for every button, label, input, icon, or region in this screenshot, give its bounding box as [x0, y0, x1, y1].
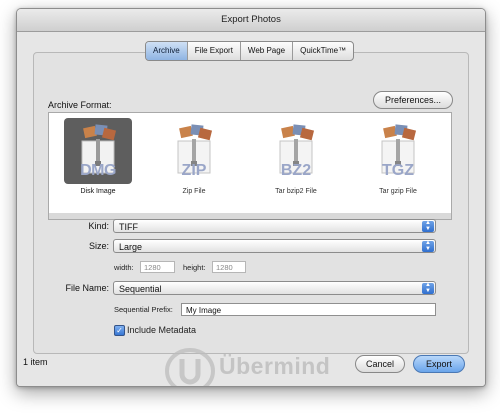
popup-arrows-icon: ▲ ▼: [422, 220, 434, 232]
filename-popup[interactable]: Sequential ▲ ▼: [113, 281, 436, 295]
format-dmg-badge: DMG: [80, 162, 116, 179]
filename-label: File Name:: [65, 283, 109, 293]
include-metadata-label: Include Metadata: [127, 325, 197, 335]
filename-value: Sequential: [119, 284, 162, 294]
prefix-field[interactable]: My Image: [181, 303, 436, 316]
export-tabs: Archive File Export Web Page QuickTime™: [145, 41, 355, 61]
include-metadata-checkbox[interactable]: ✓: [114, 325, 125, 336]
popup-arrows-icon: ▲ ▼: [422, 282, 434, 294]
format-bz2-badge: BZ2: [280, 162, 312, 179]
tab-archive[interactable]: Archive: [146, 42, 188, 60]
format-dmg[interactable]: DMG Disk Image: [63, 118, 133, 210]
window-title: Export Photos: [17, 9, 485, 32]
kind-value: TIFF: [119, 222, 138, 232]
format-zip-icon-wrap: ZIP: [160, 118, 228, 184]
kind-label: Kind:: [88, 221, 109, 231]
tab-quicktime[interactable]: QuickTime™: [293, 42, 353, 60]
export-button[interactable]: Export: [413, 355, 465, 373]
width-label: width:: [114, 263, 134, 272]
archive-format-label: Archive Format:: [48, 100, 112, 110]
size-popup[interactable]: Large ▲ ▼: [113, 239, 436, 253]
height-label: height:: [183, 263, 206, 272]
dialog-body: Archive File Export Web Page QuickTime™ …: [17, 32, 485, 386]
height-field[interactable]: 1280: [212, 261, 246, 273]
prefix-label: Sequential Prefix:: [114, 305, 173, 314]
export-photos-dialog: Export Photos Archive File Export Web Pa…: [16, 8, 486, 387]
tab-file-export[interactable]: File Export: [188, 42, 241, 60]
format-zip-badge: ZIP: [181, 162, 207, 179]
format-dmg-icon-wrap: DMG: [64, 118, 132, 184]
format-zip-caption: Zip File: [182, 188, 206, 195]
kind-popup[interactable]: TIFF ▲ ▼: [113, 219, 436, 233]
preferences-button[interactable]: Preferences...: [373, 91, 453, 109]
format-tgz-badge: TGZ: [382, 162, 414, 179]
width-field[interactable]: 1280: [140, 261, 175, 273]
watermark-text: Übermind: [219, 353, 331, 379]
format-zip[interactable]: ZIP Zip File: [159, 118, 229, 210]
tab-web-page[interactable]: Web Page: [241, 42, 294, 60]
format-tgz[interactable]: TGZ Tar gzip File: [363, 118, 433, 210]
size-value: Large: [119, 242, 143, 252]
cancel-button[interactable]: Cancel: [355, 355, 405, 373]
format-bz2-caption: Tar bzip2 File: [275, 188, 317, 195]
item-count: 1 item: [23, 357, 48, 367]
format-tgz-caption: Tar gzip File: [379, 188, 417, 195]
ubermind-watermark: Übermind: [165, 346, 370, 386]
format-dmg-caption: Disk Image: [80, 188, 116, 195]
size-label: Size:: [88, 241, 109, 251]
archive-format-list: DMG Disk Image ZIP Zip File BZ2 Tar bzip…: [48, 112, 452, 215]
format-tgz-icon-wrap: TGZ: [364, 118, 432, 184]
popup-arrows-icon: ▲ ▼: [422, 240, 434, 252]
ubermind-logo-icon: [165, 348, 215, 386]
format-bz2[interactable]: BZ2 Tar bzip2 File: [261, 118, 331, 210]
format-bz2-icon-wrap: BZ2: [262, 118, 330, 184]
